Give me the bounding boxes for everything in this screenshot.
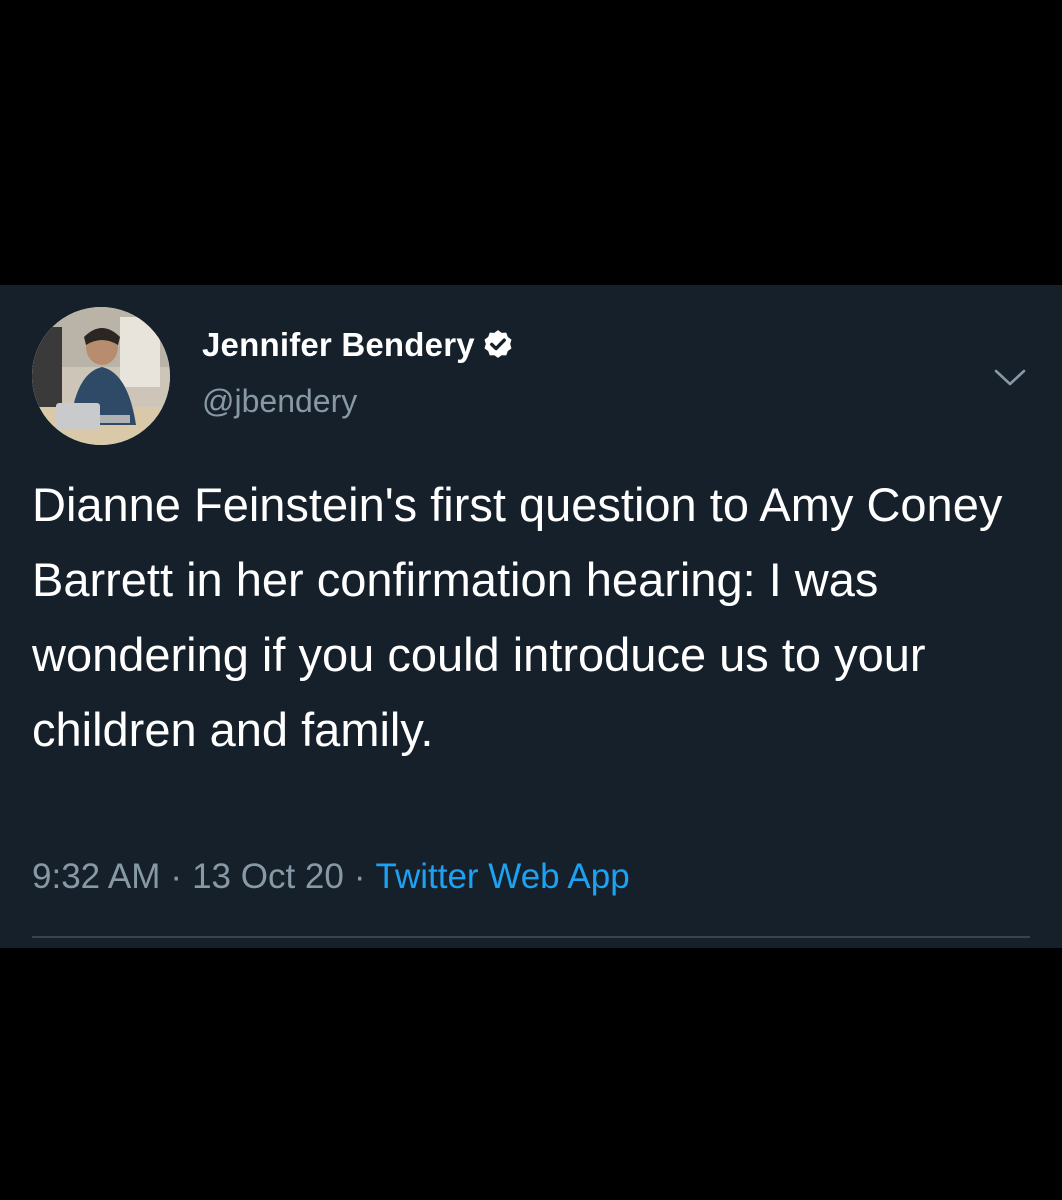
chevron-down-icon[interactable] bbox=[990, 363, 1030, 393]
tweet-metadata: 9:32 AM · 13 Oct 20 · Twitter Web App bbox=[32, 857, 630, 897]
separator: · bbox=[353, 857, 366, 896]
author-handle[interactable]: @jbendery bbox=[202, 383, 357, 420]
tweet-card: Jennifer Bendery @jbendery Dianne Feinst… bbox=[0, 285, 1062, 948]
tweet-source-link[interactable]: Twitter Web App bbox=[376, 857, 630, 896]
author-name-row[interactable]: Jennifer Bendery bbox=[202, 323, 515, 367]
divider bbox=[32, 936, 1030, 938]
display-name[interactable]: Jennifer Bendery bbox=[202, 326, 475, 364]
avatar-photo bbox=[32, 307, 170, 445]
tweet-date[interactable]: 13 Oct 20 bbox=[192, 857, 344, 896]
avatar[interactable] bbox=[32, 307, 170, 445]
verified-badge-icon bbox=[481, 328, 515, 362]
separator: · bbox=[170, 857, 183, 896]
tweet-text: Dianne Feinstein's first question to Amy… bbox=[32, 478, 1003, 756]
tweet-time[interactable]: 9:32 AM bbox=[32, 857, 160, 896]
